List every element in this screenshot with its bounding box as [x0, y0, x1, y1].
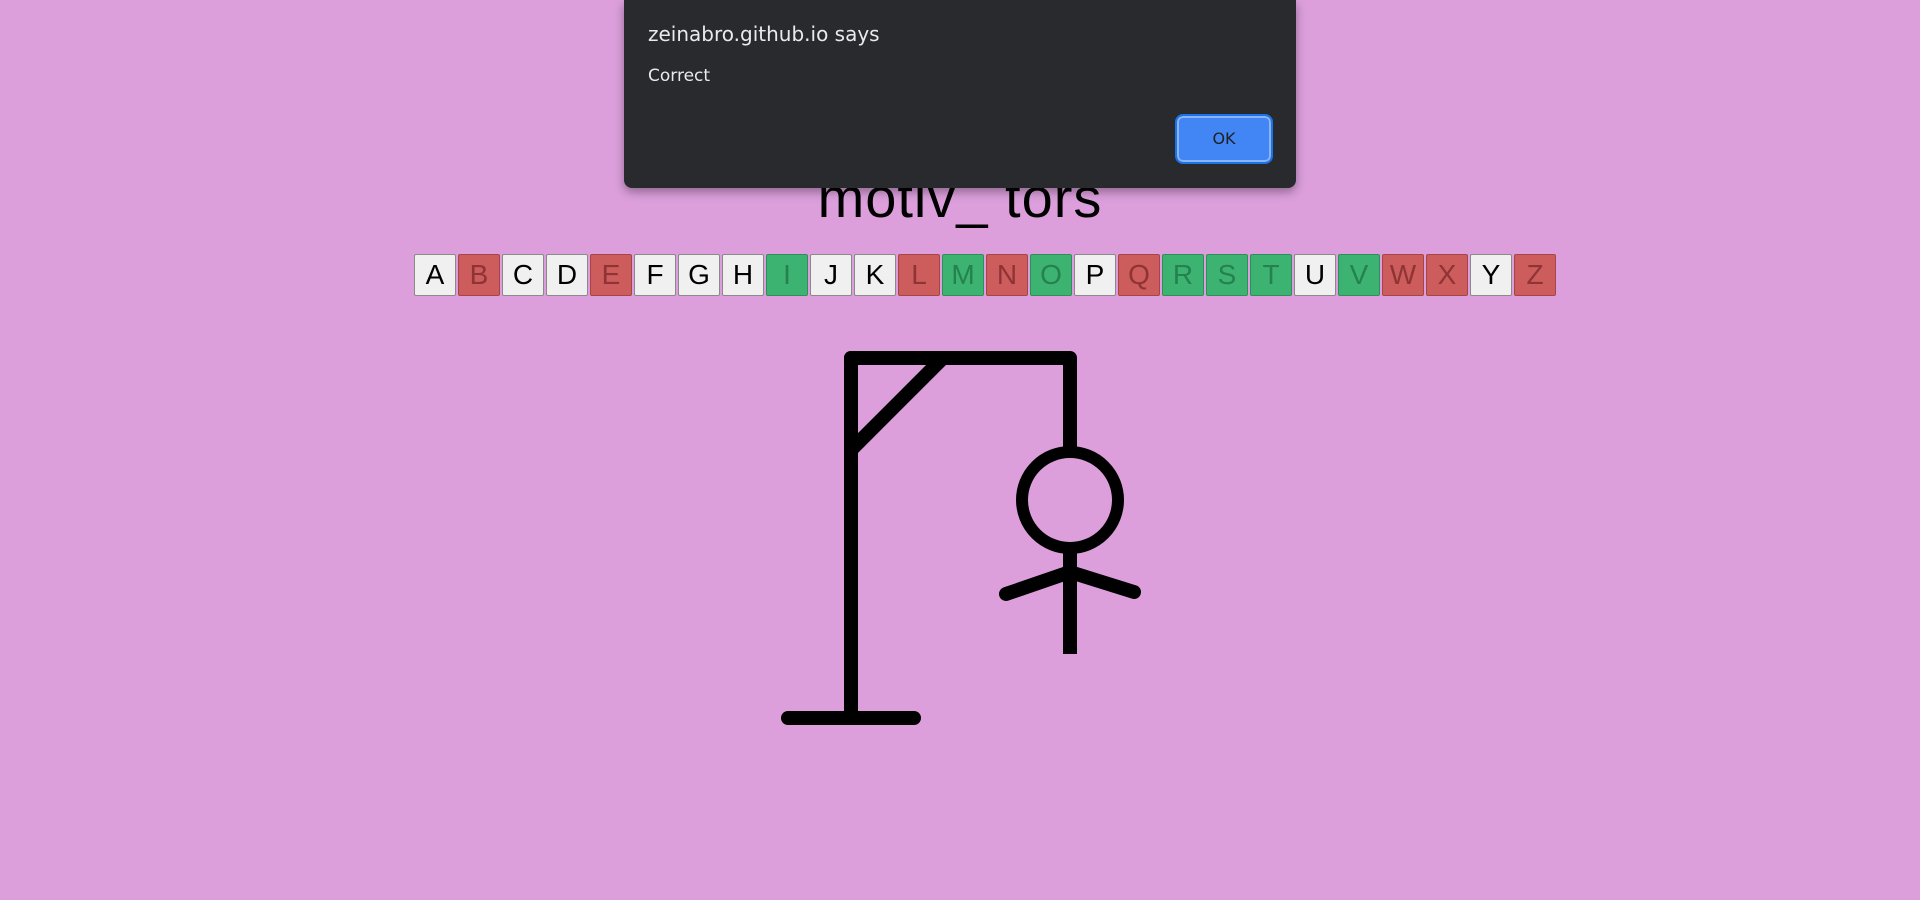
letter-button-e: E [590, 254, 632, 296]
letter-keyboard: ABCDEFGHIJKLMNOPQRSTUVWXYZ [414, 254, 1558, 296]
hangman-page: motiv_ tors ABCDEFGHIJKLMNOPQRSTUVWXYZ z… [0, 0, 1920, 900]
letter-button-c[interactable]: C [502, 254, 544, 296]
letter-button-l: L [898, 254, 940, 296]
ok-button[interactable]: OK [1175, 114, 1273, 164]
letter-button-o: O [1030, 254, 1072, 296]
hangman-right-arm [1063, 565, 1141, 599]
letter-button-s: S [1206, 254, 1248, 296]
letter-button-x: X [1426, 254, 1468, 296]
letter-button-m: M [942, 254, 984, 296]
letter-button-b: B [458, 254, 500, 296]
letter-button-v: V [1338, 254, 1380, 296]
letter-button-d[interactable]: D [546, 254, 588, 296]
letter-button-i: I [766, 254, 808, 296]
letter-button-h[interactable]: H [722, 254, 764, 296]
letter-button-f[interactable]: F [634, 254, 676, 296]
letter-button-q: Q [1118, 254, 1160, 296]
letter-button-n: N [986, 254, 1028, 296]
letter-button-k[interactable]: K [854, 254, 896, 296]
hangman-drawing [781, 351, 1141, 725]
letter-button-g[interactable]: G [678, 254, 720, 296]
letter-button-z: Z [1514, 254, 1556, 296]
letter-button-w: W [1382, 254, 1424, 296]
letter-button-p[interactable]: P [1074, 254, 1116, 296]
dialog-title: zeinabro.github.io says [648, 22, 880, 46]
letter-button-r: R [1162, 254, 1204, 296]
letter-button-t: T [1250, 254, 1292, 296]
letter-button-u[interactable]: U [1294, 254, 1336, 296]
letter-button-j[interactable]: J [810, 254, 852, 296]
alert-dialog: zeinabro.github.io says Correct OK [624, 0, 1296, 188]
letter-button-y[interactable]: Y [1470, 254, 1512, 296]
gallows-brace [844, 351, 950, 457]
hangman-left-arm [999, 565, 1077, 601]
hangman-head [1016, 446, 1124, 554]
dialog-message: Correct [648, 66, 711, 86]
letter-button-a[interactable]: A [414, 254, 456, 296]
